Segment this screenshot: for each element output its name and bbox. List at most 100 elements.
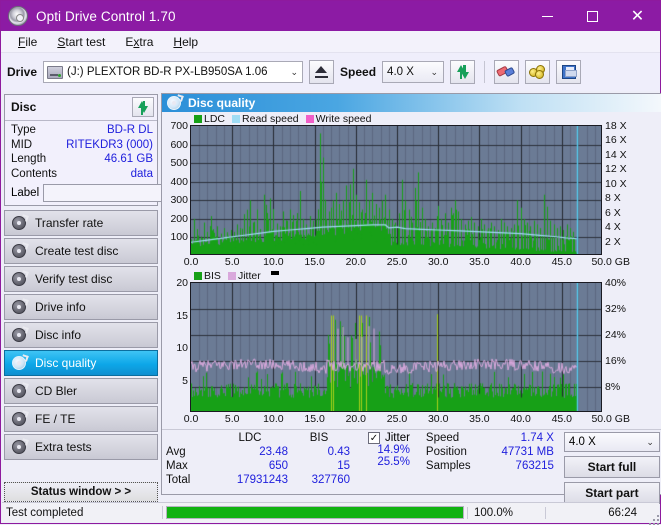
bis-y2-tick: 16% <box>605 355 627 367</box>
disc-refresh-button[interactable] <box>132 97 154 117</box>
app-disc-icon <box>8 6 28 26</box>
ldc-y2-tick: 12 X <box>605 163 627 176</box>
ldc-y-tick: 500 <box>170 157 188 170</box>
ldc-x-tick: 40.0 <box>510 256 531 268</box>
status-bar: Test completed 100.0% 66:24 <box>2 502 659 525</box>
ldc-y2-tick: 10 X <box>605 177 627 190</box>
drive-select[interactable]: (J:) PLEXTOR BD-R PX-LB950SA 1.06 ⌄ <box>43 61 304 83</box>
erase-button[interactable] <box>494 60 520 84</box>
sidebar-item-transfer-rate[interactable]: Transfer rate <box>4 210 158 236</box>
sidebar-item-create-test-disc[interactable]: Create test disc <box>4 238 158 264</box>
menu-help[interactable]: Help <box>164 33 209 51</box>
ldc-x-tick: 30.0 <box>427 256 449 268</box>
stats-header-bis: BIS <box>309 432 329 444</box>
ldc-y-tick: 200 <box>170 212 188 225</box>
ldc-y2-tick: 6 X <box>605 206 621 219</box>
save-button[interactable] <box>556 60 582 84</box>
bis-y-tick: 10 <box>176 342 188 354</box>
eject-icon <box>315 66 329 78</box>
jitter-toggle-row[interactable]: ✓ Jitter <box>368 432 410 444</box>
stats-header-ldc: LDC <box>238 432 262 444</box>
disc-icon <box>12 297 29 315</box>
ldc-chart-legend: LDC Read speed Write speed <box>162 112 661 125</box>
legend-label: Write speed <box>315 112 372 125</box>
disc-properties: Type BD-R DL MID RITEKDR3 (000) Length 4… <box>5 121 245 205</box>
status-text: Test completed <box>6 506 84 519</box>
maximize-button[interactable] <box>570 1 615 31</box>
bis-y-tick: 20 <box>176 277 188 289</box>
disc-icon <box>12 213 29 231</box>
test-speed-select[interactable]: 4.0 X ⌄ <box>563 432 660 452</box>
ldc-y-tick: 300 <box>170 194 188 207</box>
status-window-button[interactable]: Status window > > <box>4 482 158 502</box>
disc-row-key: Contents <box>11 167 58 180</box>
legend-swatch <box>194 271 202 280</box>
disc-row-key: Length <box>11 153 47 165</box>
disc-label-key: Label <box>11 187 40 199</box>
refresh-button[interactable] <box>450 60 476 84</box>
ldc-y-tick: 400 <box>170 175 188 188</box>
sidebar-item-disc-quality[interactable]: Disc quality <box>4 350 158 376</box>
start-part-button[interactable]: Start part <box>563 482 660 504</box>
menu-file[interactable]: FFileile <box>9 33 48 51</box>
disc-row-key: Type <box>11 124 36 136</box>
speed-select-value: 4.0 X <box>387 66 414 78</box>
test-controls: 4.0 X ⌄ Start full Start part <box>563 432 660 508</box>
stats-max-ldc: 650 <box>268 460 288 472</box>
eject-button[interactable] <box>309 60 335 84</box>
bis-y-tick: 5 <box>182 374 188 387</box>
elapsed-time-label: 66:24 <box>545 506 645 519</box>
start-full-button[interactable]: Start full <box>563 456 660 478</box>
stats-row-label: Avg <box>166 446 186 458</box>
disc-icon <box>12 325 29 343</box>
main-body: Disc Type BD-R DL MID RITEKDR3 (000) Len… <box>1 91 661 504</box>
close-button[interactable]: ✕ <box>615 1 660 31</box>
disc-row-value: RITEKDR3 (000) <box>66 138 153 151</box>
stats-total-ldc: 17931243 <box>236 474 288 486</box>
jitter-avg-value: 14.9% <box>377 444 410 456</box>
ldc-plot-area[interactable] <box>190 125 602 255</box>
sidebar-item-label: CD Bler <box>35 384 78 398</box>
ldc-y-tick: 100 <box>170 231 188 244</box>
app-window: Opti Drive Control 1.70 ✕ FFileile Start… <box>0 0 661 525</box>
position-stat-value: 47731 MB <box>501 446 554 458</box>
menu-extra[interactable]: Extra <box>116 33 164 51</box>
disc-row-contents: Contents data <box>11 167 153 182</box>
legend-swatch <box>232 114 241 123</box>
stats-total-bis: 327760 <box>311 474 350 486</box>
toolbar-divider <box>484 61 486 83</box>
bis-y2-tick: 24% <box>605 329 627 341</box>
sidebar-item-drive-info[interactable]: Drive info <box>4 294 158 320</box>
bitsetting-button[interactable] <box>525 60 551 84</box>
sidebar-item-cd-bler[interactable]: CD Bler <box>4 378 158 404</box>
ldc-x-tick: 25.0 <box>386 256 408 268</box>
minimize-button[interactable] <box>525 1 570 31</box>
sidebar-item-label: Disc quality <box>35 356 97 370</box>
sidebar-item-disc-info[interactable]: Disc info <box>4 322 158 348</box>
jitter-checkbox[interactable]: ✓ <box>368 432 380 444</box>
refresh-icon <box>136 100 150 115</box>
disc-quality-icon <box>167 93 184 111</box>
menu-start-test[interactable]: Start test <box>48 33 116 51</box>
speed-select[interactable]: 4.0 X ⌄ <box>382 61 445 83</box>
disc-row-value: 46.61 GB <box>104 153 153 165</box>
bis-plot-area[interactable] <box>190 282 602 412</box>
ldc-x-tick: 45.0 <box>551 256 573 268</box>
sidebar-item-extra-tests[interactable]: Extra tests <box>4 434 158 460</box>
legend-entry-read-speed: Read speed <box>232 113 299 125</box>
samples-stat-label: Samples <box>425 460 471 472</box>
title-bar: Opti Drive Control 1.70 ✕ <box>1 1 660 31</box>
chevron-down-icon: ⌄ <box>290 67 299 77</box>
sidebar-item-label: Verify test disc <box>35 272 113 286</box>
speed-stat-value: 1.74 X <box>520 432 554 444</box>
sidebar-item-fe-te[interactable]: FE / TE <box>4 406 158 432</box>
ldc-y2-tick: 14 X <box>605 148 627 161</box>
bis-x-tick: 40.0 <box>510 413 531 425</box>
stats-row-label: Max <box>166 460 188 472</box>
bis-x-tick: 5.0 <box>224 413 240 425</box>
chevron-down-icon: ⌄ <box>646 437 654 447</box>
stats-row-label: Total <box>166 474 191 486</box>
disc-panel-header: Disc <box>5 95 157 121</box>
progress-percent-label: 100.0% <box>467 506 545 519</box>
sidebar-item-verify-test-disc[interactable]: Verify test disc <box>4 266 158 292</box>
